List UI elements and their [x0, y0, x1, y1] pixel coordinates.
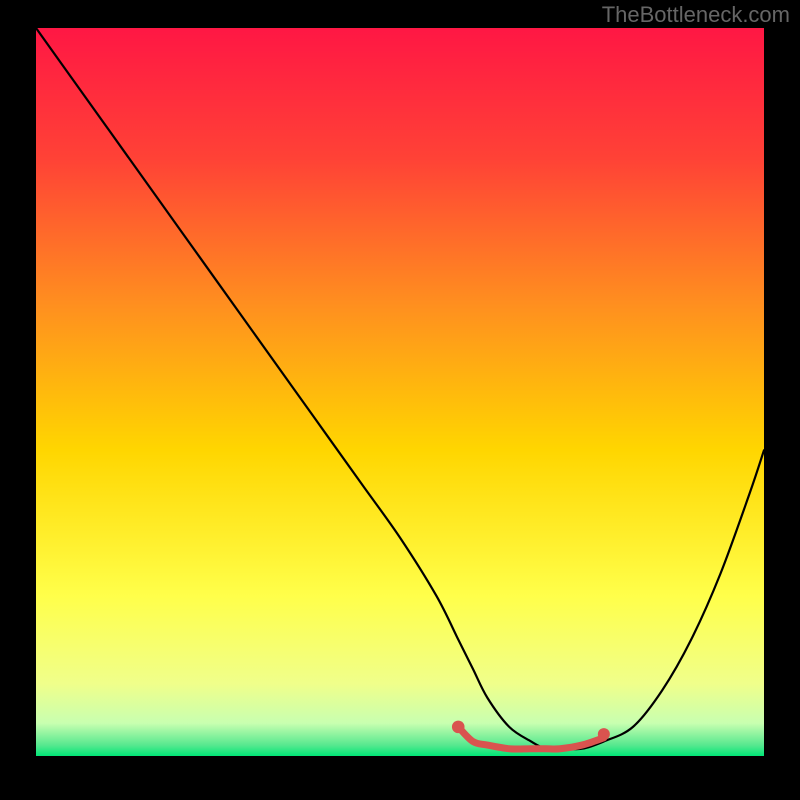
- highlight-point: [598, 728, 610, 740]
- plot-area: [36, 28, 764, 756]
- watermark-text: TheBottleneck.com: [602, 2, 790, 28]
- highlight-cap-left: [452, 721, 465, 734]
- chart-container: TheBottleneck.com: [0, 0, 800, 800]
- gradient-background: [36, 28, 764, 756]
- chart-svg: [36, 28, 764, 756]
